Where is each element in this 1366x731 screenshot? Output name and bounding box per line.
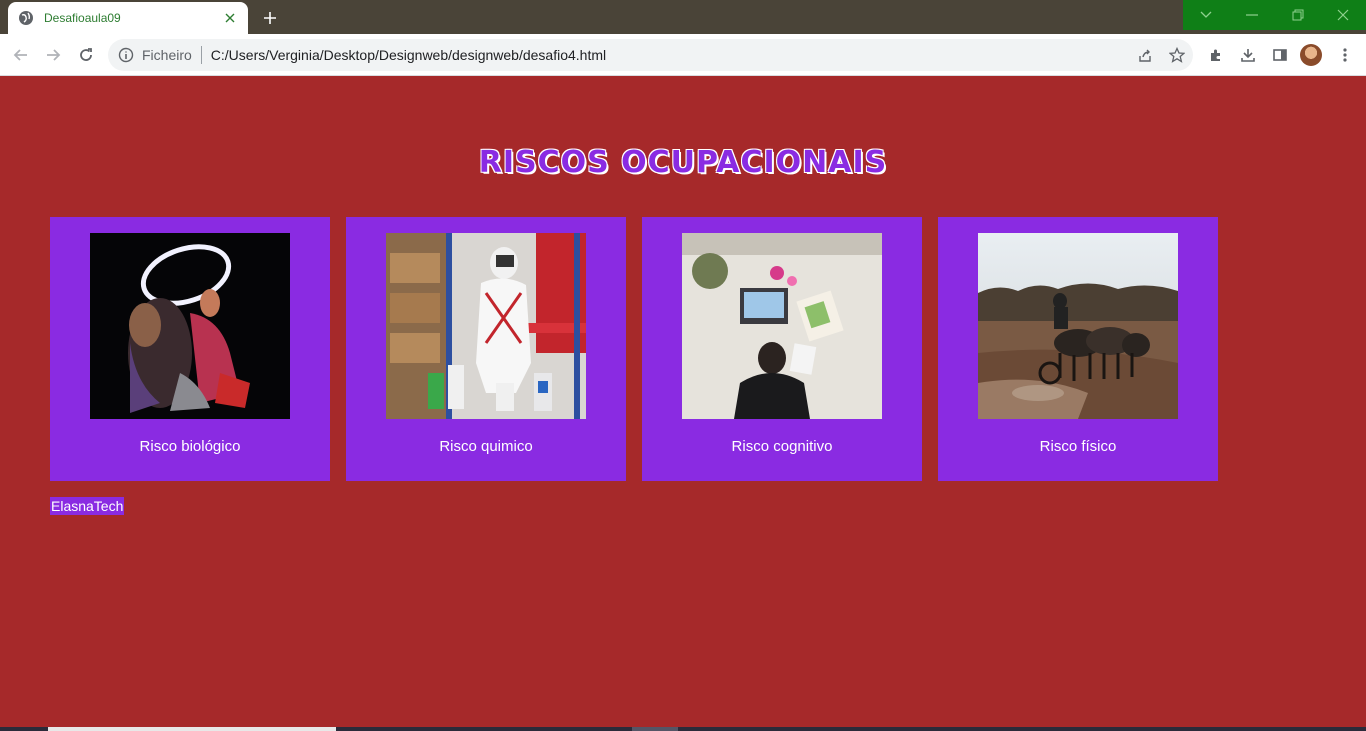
url-scheme-label: Ficheiro xyxy=(142,47,192,63)
card-caption: Risco físico xyxy=(1039,438,1117,455)
taskbar-segment xyxy=(48,727,336,731)
close-tab-icon[interactable] xyxy=(222,10,238,26)
download-icon[interactable] xyxy=(1236,43,1260,67)
card-caption: Risco cognitivo xyxy=(731,438,833,455)
restore-button[interactable] xyxy=(1275,0,1321,30)
tattoo-artist-photo xyxy=(90,233,290,419)
forward-arrow-icon xyxy=(47,49,61,61)
chevron-down-icon xyxy=(1200,11,1212,18)
browser-toolbar: Ficheiro C:/Users/Verginia/Desktop/Desig… xyxy=(0,34,1366,76)
back-button[interactable] xyxy=(9,43,33,67)
browser-tab[interactable]: Desafioaula09 xyxy=(8,2,248,34)
desk-work-photo xyxy=(682,233,882,419)
card-risco-quimico: Risco quimico xyxy=(346,217,626,481)
extensions-icon[interactable] xyxy=(1204,43,1228,67)
more-menu-icon[interactable] xyxy=(1333,43,1357,67)
info-icon[interactable] xyxy=(118,47,134,63)
back-arrow-icon xyxy=(13,49,27,61)
reload-icon xyxy=(80,48,92,61)
page-content: RISCOS OCUPACIONAIS Risco biológico Risc… xyxy=(0,77,1366,727)
tab-strip: Desafioaula09 xyxy=(0,0,1366,34)
horse-plough-photo xyxy=(978,233,1178,419)
tab-title: Desafioaula09 xyxy=(44,11,121,25)
bookmark-star-icon[interactable] xyxy=(1161,39,1193,71)
globe-icon xyxy=(18,10,34,26)
reload-button[interactable] xyxy=(74,43,98,67)
card-risco-cognitivo: Risco cognitivo xyxy=(642,217,922,481)
close-icon xyxy=(1337,9,1349,21)
address-bar[interactable]: Ficheiro C:/Users/Verginia/Desktop/Desig… xyxy=(108,39,1193,71)
new-tab-button[interactable] xyxy=(258,6,282,30)
profile-avatar[interactable] xyxy=(1300,44,1322,66)
page-title: RISCOS OCUPACIONAIS xyxy=(478,145,888,180)
tab-search-button[interactable] xyxy=(1183,0,1229,30)
url-divider xyxy=(200,46,202,64)
footer-brand: ElasnaTech xyxy=(50,497,125,515)
restore-icon xyxy=(1292,9,1304,21)
card-risco-fisico: Risco físico xyxy=(938,217,1218,481)
forward-button[interactable] xyxy=(41,43,65,67)
card-caption: Risco quimico xyxy=(439,438,533,455)
taskbar-segment xyxy=(632,727,678,731)
hazmat-worker-photo xyxy=(386,233,586,419)
taskbar-strip xyxy=(0,727,1366,731)
minimize-icon xyxy=(1246,14,1258,16)
card-risco-biologico: Risco biológico xyxy=(50,217,330,481)
close-window-button[interactable] xyxy=(1320,0,1366,30)
side-panel-icon[interactable] xyxy=(1268,43,1292,67)
card-caption: Risco biológico xyxy=(139,438,241,455)
url-text[interactable]: C:/Users/Verginia/Desktop/Designweb/desi… xyxy=(211,47,1129,63)
minimize-button[interactable] xyxy=(1229,0,1275,30)
share-icon[interactable] xyxy=(1129,39,1161,71)
